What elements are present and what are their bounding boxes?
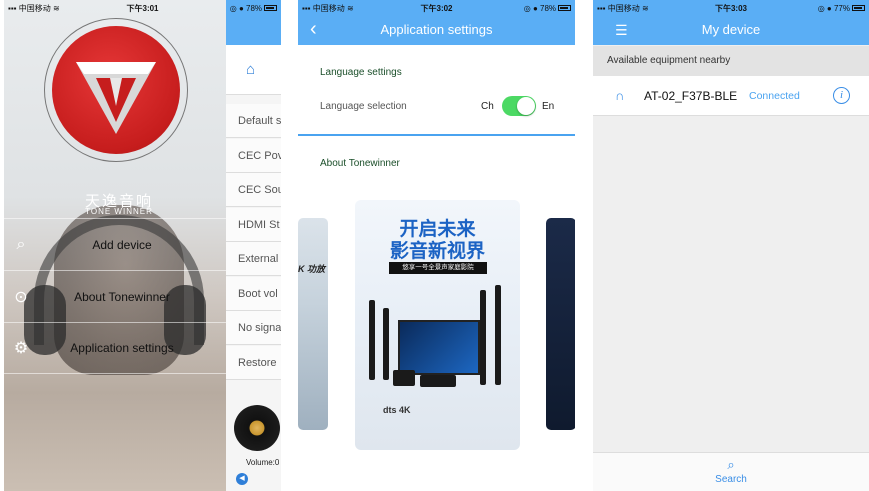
language-settings-heading: Language settings bbox=[320, 67, 402, 78]
headphones-icon: ∩ bbox=[615, 88, 625, 103]
speaker-image bbox=[480, 290, 486, 385]
volume-label: Volume:0 bbox=[246, 458, 280, 467]
battery: ◎ ● 77% bbox=[776, 4, 865, 13]
available-equipment-header: Available equipment nearby bbox=[593, 46, 869, 76]
english-option-label: En bbox=[542, 101, 555, 112]
page-title: Application settings bbox=[380, 22, 493, 37]
background-item: Restore bbox=[226, 346, 281, 380]
carrier-text: 中国移动 bbox=[607, 3, 640, 13]
promo-headline-2: 影音新视界 bbox=[389, 241, 485, 262]
menu-item-label: Add device bbox=[92, 237, 152, 252]
background-item: Boot vol bbox=[226, 277, 281, 311]
promo-logos: dts 4K bbox=[383, 405, 411, 415]
side-menu-screen: ⌂ Default s CEC Pov CEC Sou HDMI St Exte… bbox=[4, 0, 281, 491]
menu-item-about[interactable]: ⊙ About Tonewinner bbox=[4, 270, 226, 322]
background-nav: ⌂ bbox=[226, 45, 281, 95]
toggle-knob bbox=[517, 97, 535, 115]
clock: 下午3:03 bbox=[714, 3, 747, 13]
wifi-icon: ≋ bbox=[641, 3, 649, 13]
speaker-image bbox=[495, 285, 501, 385]
carrier-text: 中国移动 bbox=[18, 3, 51, 13]
battery-text: 78% bbox=[246, 3, 263, 13]
vinyl-disc-icon bbox=[234, 405, 280, 451]
info-icon[interactable]: i bbox=[833, 87, 850, 104]
search-button[interactable]: Search bbox=[593, 474, 869, 485]
bottom-bar: ⌕ Search bbox=[593, 452, 869, 491]
menu-item-app-settings[interactable]: ⚙ Application settings bbox=[4, 322, 226, 374]
battery: ◎ ● 78% bbox=[187, 3, 278, 13]
arrow-circle-icon: ⊙ bbox=[14, 288, 28, 306]
search-icon[interactable]: ⌕ bbox=[593, 457, 869, 473]
battery-text: 77% bbox=[833, 3, 850, 13]
speaker-image bbox=[369, 300, 375, 380]
language-selection-label: Language selection bbox=[320, 101, 407, 112]
gear-icon: ⚙ bbox=[13, 340, 29, 357]
clock: 下午3:01 bbox=[126, 3, 159, 13]
tonewinner-logo bbox=[52, 26, 180, 154]
battery-icon bbox=[558, 5, 572, 12]
tv-image bbox=[398, 320, 480, 375]
menu-item-label: Application settings bbox=[70, 341, 174, 355]
carrier: ▪▪▪ 中国移动 ≋ bbox=[597, 3, 649, 13]
carrier: ▪▪▪ 中国移动 ≋ bbox=[8, 3, 60, 13]
application-settings-screen: ▪▪▪ 中国移动 ≋ 下午3:02 ◎ ● 78% ‹ Application … bbox=[298, 0, 575, 491]
status-bar: ▪▪▪ 中国移动 ≋ 下午3:01 ◎ ● 78% bbox=[4, 0, 281, 16]
subwoofer-image bbox=[393, 370, 415, 386]
battery: ◎ ● 78% bbox=[481, 3, 572, 13]
background-item: External bbox=[226, 242, 281, 276]
background-item: CEC Pov bbox=[226, 139, 281, 173]
hamburger-menu-icon[interactable]: ☰ bbox=[615, 22, 628, 39]
search-icon: ⌕ bbox=[16, 235, 26, 253]
background-item: No signa bbox=[226, 311, 281, 345]
home-icon: ⌂ bbox=[246, 61, 256, 78]
status-bar: ▪▪▪ 中国移动 ≋ 下午3:03 ◎ ● 77% bbox=[593, 0, 869, 16]
promo-tagline: 悠享一号全景声家庭影院 bbox=[389, 262, 487, 274]
status-bar: ▪▪▪ 中国移动 ≋ 下午3:02 ◎ ● 78% bbox=[298, 0, 575, 16]
background-item: Default s bbox=[226, 104, 281, 138]
my-device-screen: ▪▪▪ 中国移动 ≋ 下午3:03 ◎ ● 77% ☰ My device Av… bbox=[593, 0, 869, 491]
menu-item-add-device[interactable]: ⌕ Add device bbox=[4, 218, 226, 270]
chinese-option-label: Ch bbox=[481, 101, 494, 112]
carrier-text: 中国移动 bbox=[312, 3, 345, 13]
promo-card-current[interactable]: 开启未来 影音新视界 悠享一号全景声家庭影院 dts 4K bbox=[355, 200, 520, 450]
battery-text: 78% bbox=[540, 3, 557, 13]
clock: 下午3:02 bbox=[420, 3, 453, 13]
promo-card-previous[interactable]: K 功放 bbox=[298, 218, 328, 430]
promo-card-text: K 功放 bbox=[298, 264, 326, 274]
background-item: CEC Sou bbox=[226, 173, 281, 207]
language-toggle[interactable] bbox=[502, 96, 536, 116]
battery-icon bbox=[851, 5, 865, 12]
speaker-image bbox=[383, 308, 389, 380]
about-heading: About Tonewinner bbox=[320, 158, 400, 169]
device-row[interactable]: ∩ AT-02_F37B-BLE Connected i bbox=[593, 76, 869, 116]
back-chevron-icon[interactable]: ‹ bbox=[310, 18, 317, 41]
device-name: AT-02_F37B-BLE bbox=[644, 89, 738, 103]
background-item: HDMI St bbox=[226, 208, 281, 242]
menu-item-label: About Tonewinner bbox=[74, 289, 170, 304]
page-title: My device bbox=[701, 22, 761, 37]
carrier: ▪▪▪ 中国移动 ≋ bbox=[302, 3, 354, 13]
battery-icon bbox=[264, 5, 278, 12]
wifi-icon: ≋ bbox=[346, 3, 354, 13]
brand-name-en: TONE WINNER bbox=[85, 207, 153, 216]
volume-icon: ◀ bbox=[236, 473, 248, 485]
section-divider bbox=[298, 134, 575, 136]
receiver-image bbox=[420, 375, 456, 387]
wifi-icon: ≋ bbox=[52, 3, 60, 13]
promo-card-next[interactable] bbox=[546, 218, 575, 430]
device-status: Connected bbox=[749, 90, 800, 102]
